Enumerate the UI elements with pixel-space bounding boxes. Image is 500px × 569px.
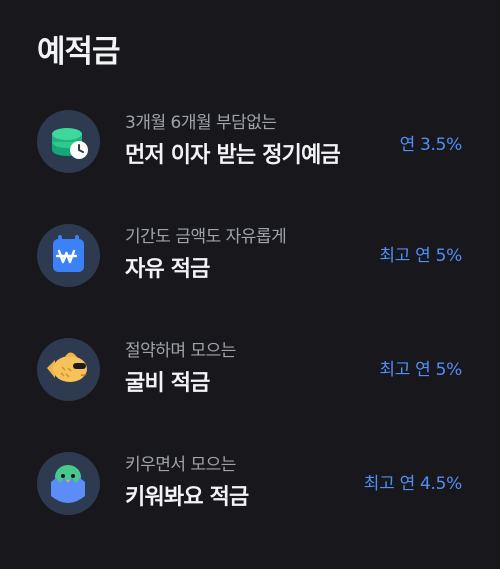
product-rate: 최고 연 5% — [379, 360, 462, 380]
product-item-grow-savings[interactable]: 키우면서 모으는 키워봐요 적금 최고 연 4.5% — [0, 452, 500, 544]
section-title: 예적금 — [37, 34, 121, 70]
product-subtitle: 절약하며 모으는 — [125, 341, 236, 361]
product-item-free-savings[interactable]: 기간도 금액도 자유롭게 자유 적금 최고 연 5% — [0, 224, 500, 316]
product-rate: 최고 연 4.5% — [363, 474, 463, 494]
product-rate: 연 3.5% — [399, 135, 463, 155]
product-name: 키워봐요 적금 — [125, 485, 249, 510]
fish-sunglasses-icon — [37, 338, 100, 401]
product-subtitle: 3개월 6개월 부담없는 — [125, 113, 277, 133]
product-item-gulbi-savings[interactable]: 절약하며 모으는 굴비 적금 최고 연 5% — [0, 338, 500, 430]
product-item-fixed-deposit[interactable]: 3개월 6개월 부담없는 먼저 이자 받는 정기예금 연 3.5% — [0, 110, 500, 202]
product-subtitle: 기간도 금액도 자유롭게 — [125, 227, 287, 247]
product-subtitle: 키우면서 모으는 — [125, 455, 236, 475]
product-name: 먼저 이자 받는 정기예금 — [125, 143, 341, 168]
coins-clock-icon — [37, 110, 100, 173]
savings-page: 예적금 3개월 6개월 부담없는 먼저 이자 받는 정기예금 연 3.5% 기간… — [0, 0, 500, 569]
product-name: 굴비 적금 — [125, 371, 210, 396]
product-name: 자유 적금 — [125, 257, 210, 282]
hatching-egg-icon — [37, 452, 100, 515]
won-calendar-icon — [37, 224, 100, 287]
product-rate: 최고 연 5% — [379, 246, 462, 266]
